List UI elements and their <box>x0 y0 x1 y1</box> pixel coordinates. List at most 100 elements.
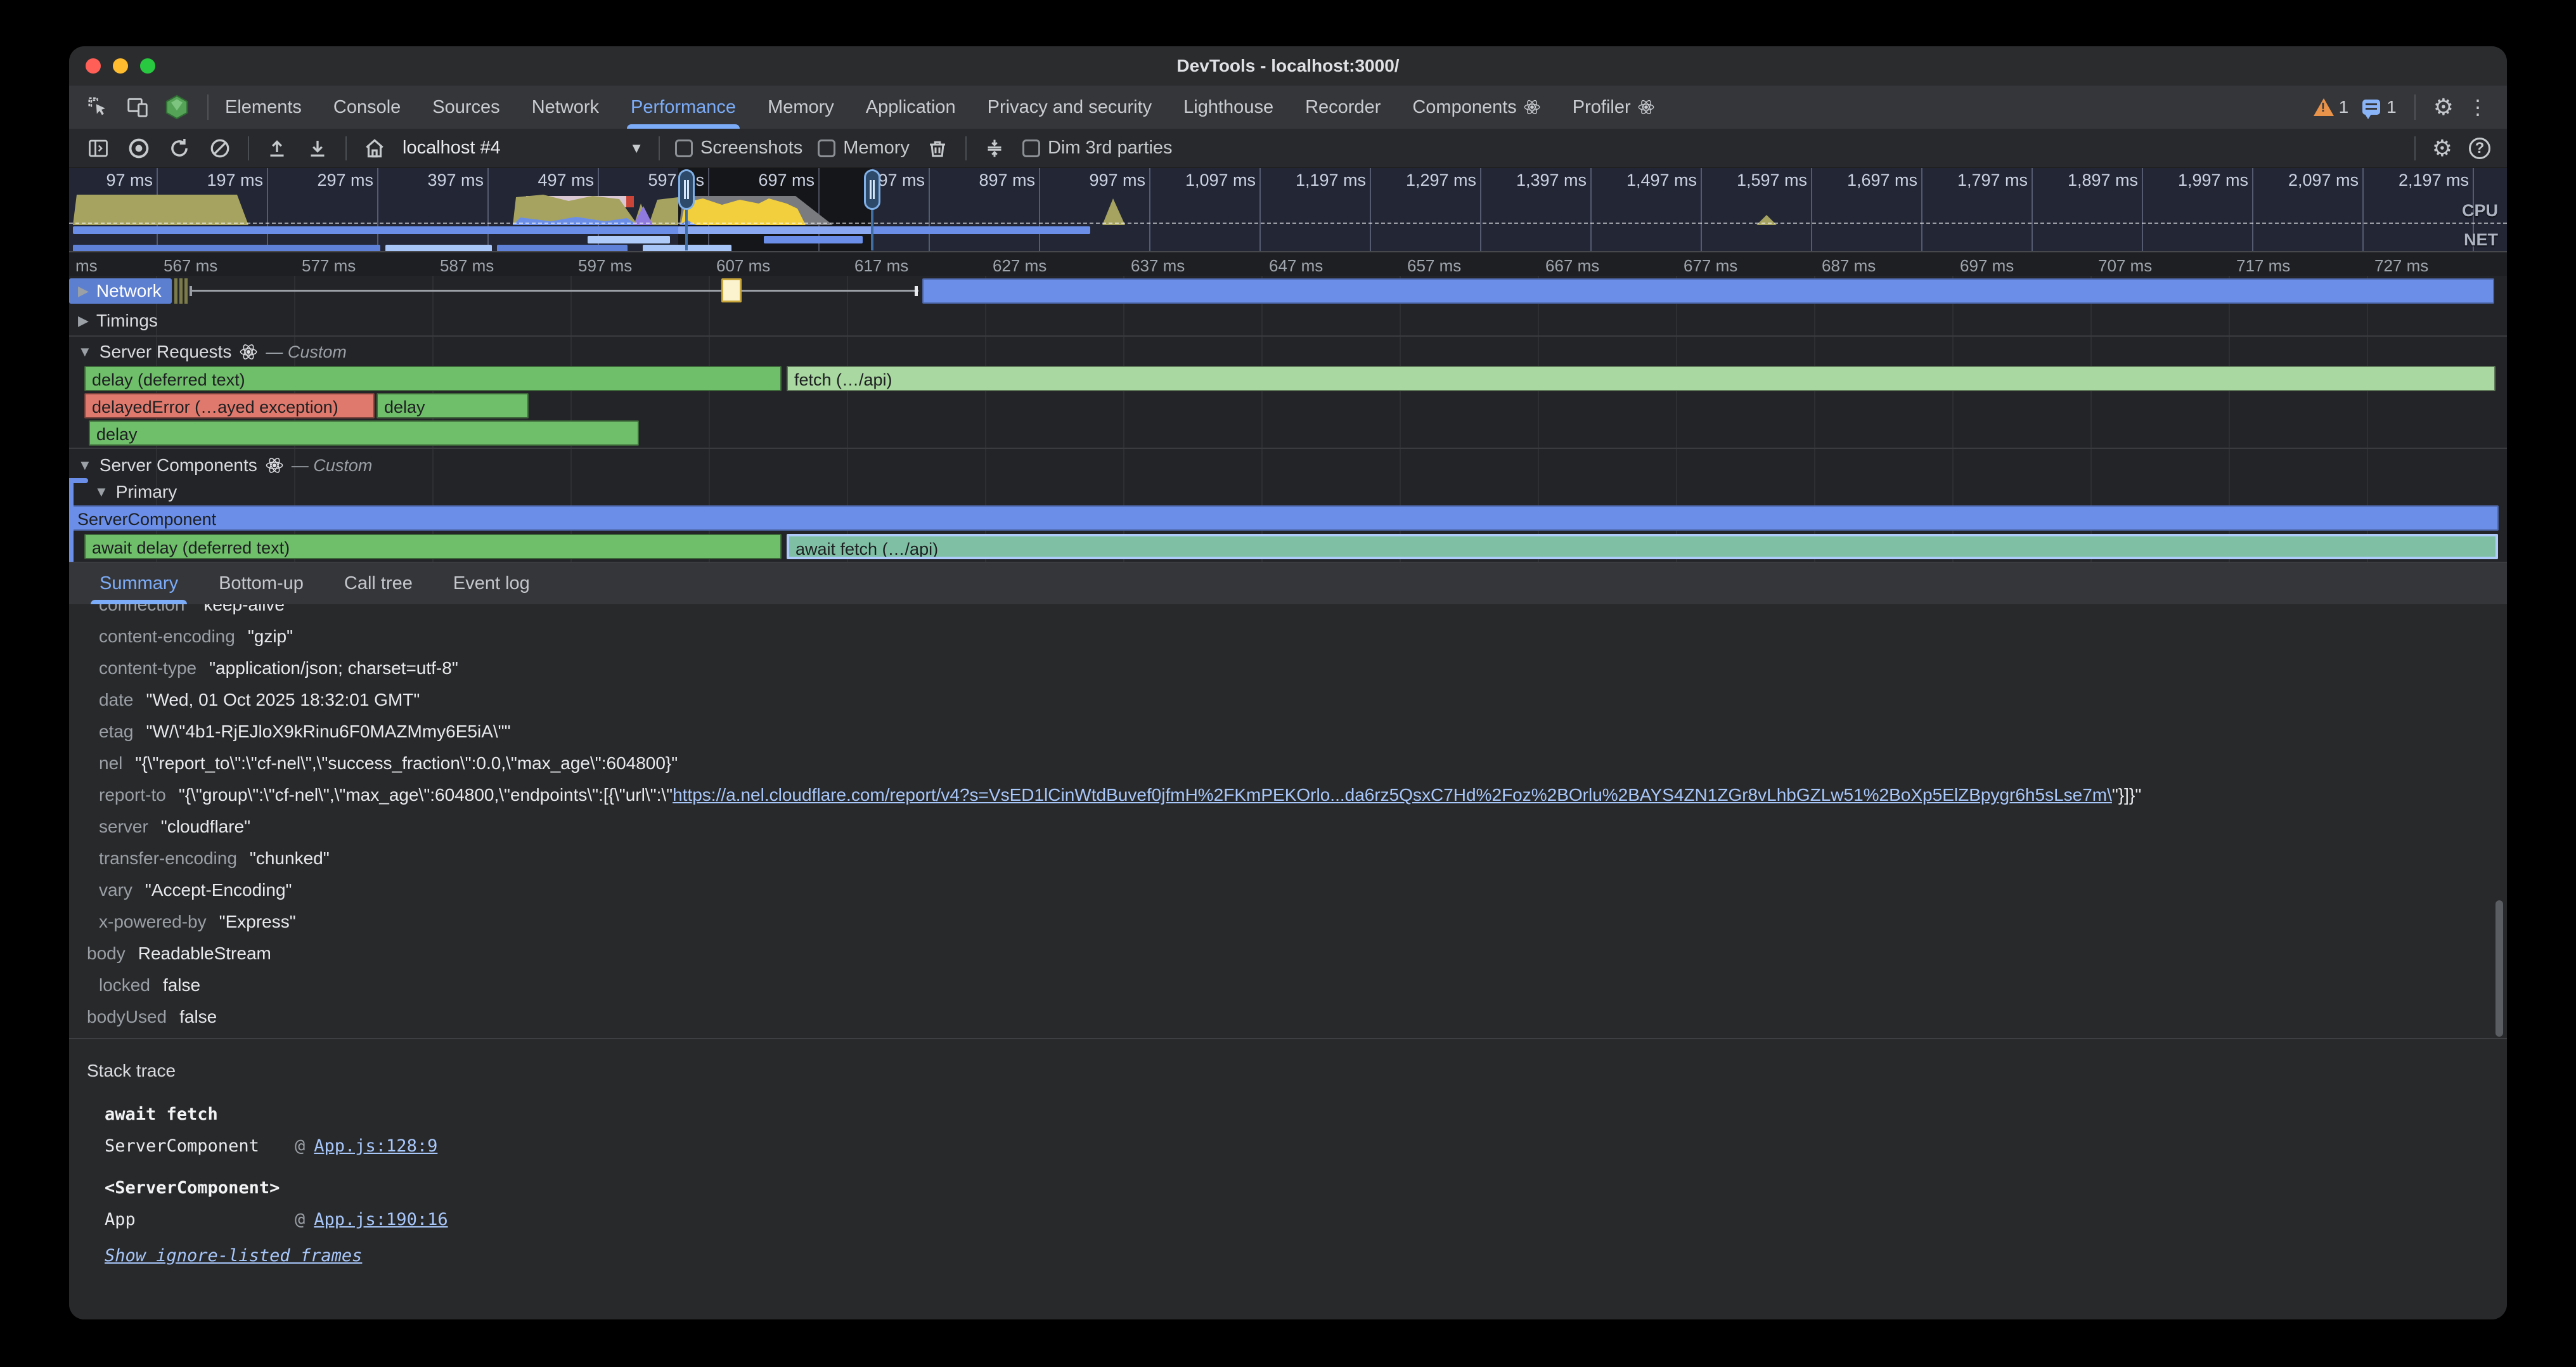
timeline-event-fetch-api[interactable]: fetch (…/api) <box>787 366 2496 391</box>
network-request-bar[interactable] <box>922 278 2494 304</box>
tab-label: Elements <box>225 97 302 118</box>
overview-net-bar <box>385 245 492 251</box>
network-track-row[interactable]: ▶ Network <box>69 276 2507 306</box>
tab-profiler[interactable]: Profiler <box>1573 86 1655 129</box>
timeline-event-delay[interactable]: delay <box>377 393 529 418</box>
tab-summary[interactable]: Summary <box>100 562 178 604</box>
tab-privacy-and-security[interactable]: Privacy and security <box>988 86 1152 129</box>
timings-track-row[interactable]: ▶ Timings <box>69 306 2507 335</box>
show-ignore-listed-frames-link[interactable]: Show ignore-listed frames <box>105 1246 362 1266</box>
timeline-event-await-delay-deferred-text[interactable]: await delay (deferred text) <box>84 534 782 559</box>
property-value: "application/json; charset=utf-8" <box>209 658 458 678</box>
record-button[interactable] <box>126 136 151 161</box>
property-value: "chunked" <box>250 848 330 868</box>
property-value: "Wed, 01 Oct 2025 18:32:01 GMT" <box>146 690 420 709</box>
tab-call-tree[interactable]: Call tree <box>344 562 413 604</box>
tab-recorder[interactable]: Recorder <box>1305 86 1381 129</box>
disclosure-triangle-icon[interactable]: ▼ <box>78 457 92 474</box>
panel-settings-gear-icon[interactable]: ⚙ <box>2432 137 2452 160</box>
memory-checkbox-group[interactable]: Memory <box>818 138 910 159</box>
react-atom-icon <box>1637 98 1655 116</box>
tab-sources[interactable]: Sources <box>432 86 499 129</box>
network-track-label[interactable]: Network <box>96 281 162 301</box>
timeline-event-delay-deferred-text[interactable]: delay (deferred text) <box>84 366 782 391</box>
ruler-tick-label: 657 ms <box>1407 252 1461 277</box>
server-components-header[interactable]: ▼ Server Components — Custom <box>69 449 2507 478</box>
tab-memory[interactable]: Memory <box>768 86 834 129</box>
tab-components[interactable]: Components <box>1412 86 1540 129</box>
load-profile-icon[interactable] <box>264 136 290 161</box>
disclosure-triangle-icon[interactable]: ▼ <box>78 344 92 360</box>
tab-console[interactable]: Console <box>333 86 401 129</box>
timeline-ruler[interactable]: ms 567 ms577 ms587 ms597 ms607 ms617 ms6… <box>69 251 2507 277</box>
screenshots-checkbox-group[interactable]: Screenshots <box>675 138 802 159</box>
memory-label: Memory <box>843 138 910 159</box>
timeline-event-delayederror-ayed-exception[interactable]: delayedError (…ayed exception) <box>84 393 375 418</box>
tab-bottom-up[interactable]: Bottom-up <box>219 562 304 604</box>
timeline-overview[interactable]: 97 ms197 ms297 ms397 ms497 ms597 ms697 m… <box>69 168 2507 251</box>
selection-left-handle[interactable] <box>678 169 695 210</box>
details-scrollbar-thumb[interactable] <box>2496 900 2503 1037</box>
profile-select[interactable]: localhost #4 ▼ <box>402 134 643 162</box>
timeline-event-await-fetch-api[interactable]: await fetch (…/api) <box>787 534 2498 559</box>
tab-event-log[interactable]: Event log <box>453 562 530 604</box>
disclosure-triangle-icon[interactable]: ▼ <box>94 484 108 500</box>
tab-network[interactable]: Network <box>532 86 599 129</box>
server-requests-row: delay <box>69 420 2507 447</box>
toolbar-separator <box>659 136 660 160</box>
timings-track-label[interactable]: Timings <box>96 311 158 331</box>
tab-application[interactable]: Application <box>866 86 956 129</box>
save-profile-icon[interactable] <box>305 136 330 161</box>
ruler-tick-label: 587 ms <box>440 252 494 277</box>
overview-net-bar <box>497 245 628 251</box>
settings-gear-icon[interactable]: ⚙ <box>2433 96 2454 119</box>
primary-group-row[interactable]: ▼ Primary <box>69 478 2507 505</box>
extension-icon[interactable] <box>164 94 190 120</box>
dim-3rd-parties-checkbox-group[interactable]: Dim 3rd parties <box>1022 138 1173 159</box>
property-key: etag <box>99 722 134 741</box>
home-icon[interactable] <box>362 136 387 161</box>
screenshots-label: Screenshots <box>700 138 802 159</box>
device-toolbar-icon[interactable] <box>125 94 150 120</box>
help-icon[interactable]: ? <box>2469 138 2490 159</box>
dim-3rd-parties-checkbox[interactable] <box>1022 139 1040 157</box>
screenshots-checkbox[interactable] <box>675 139 693 157</box>
frame-location-link[interactable]: App.js:190:16 <box>314 1210 448 1229</box>
primary-group-label[interactable]: Primary <box>116 482 177 502</box>
property-key: nel <box>99 753 122 773</box>
ruler-tick-label: 577 ms <box>302 252 356 277</box>
server-requests-header[interactable]: ▼ Server Requests — Custom <box>69 337 2507 365</box>
property-key: locked <box>99 975 150 995</box>
toolbar-separator <box>965 136 967 160</box>
disclosure-triangle-icon[interactable]: ▶ <box>78 283 89 299</box>
tab-label: Memory <box>768 97 834 118</box>
tab-elements[interactable]: Elements <box>225 86 302 129</box>
tab-performance[interactable]: Performance <box>631 86 736 129</box>
report-to-url-link[interactable]: https://a.nel.cloudflare.com/report/v4?s… <box>673 785 2112 805</box>
frame-location-link[interactable]: App.js:128:9 <box>314 1136 437 1156</box>
garbage-collect-icon[interactable] <box>925 136 950 161</box>
timeline-event-delay[interactable]: delay <box>89 420 639 446</box>
kebab-menu-icon[interactable]: ⋮ <box>2468 96 2488 119</box>
inspect-element-icon[interactable] <box>86 94 111 120</box>
issues-icon <box>2362 100 2380 115</box>
toggle-sidebar-icon[interactable] <box>86 136 111 161</box>
tab-lighthouse[interactable]: Lighthouse <box>1183 86 1273 129</box>
issues-indicator[interactable]: 1 <box>2362 97 2397 117</box>
profile-select-value: localhost #4 <box>402 138 501 159</box>
clear-button[interactable] <box>207 136 233 161</box>
stack-frame-servercomponent: ServerComponent@App.js:128:9 <box>105 1131 2507 1162</box>
memory-checkbox[interactable] <box>818 139 835 157</box>
overview-net-divider <box>69 223 2507 224</box>
timeline-event-servercomponent[interactable]: ServerComponent <box>70 505 2499 531</box>
server-requests-label[interactable]: Server Requests <box>100 342 232 362</box>
disclosure-triangle-icon[interactable]: ▶ <box>78 313 89 329</box>
warning-indicator[interactable]: 1 <box>2314 97 2349 117</box>
reload-record-button[interactable] <box>167 136 192 161</box>
collapse-tracks-icon[interactable] <box>982 136 1007 161</box>
tab-label: Lighthouse <box>1183 97 1273 118</box>
server-components-label[interactable]: Server Components <box>100 455 257 476</box>
network-event-yellow[interactable] <box>721 278 742 302</box>
selection-right-handle[interactable] <box>864 169 880 210</box>
frame-name: App <box>105 1204 295 1236</box>
